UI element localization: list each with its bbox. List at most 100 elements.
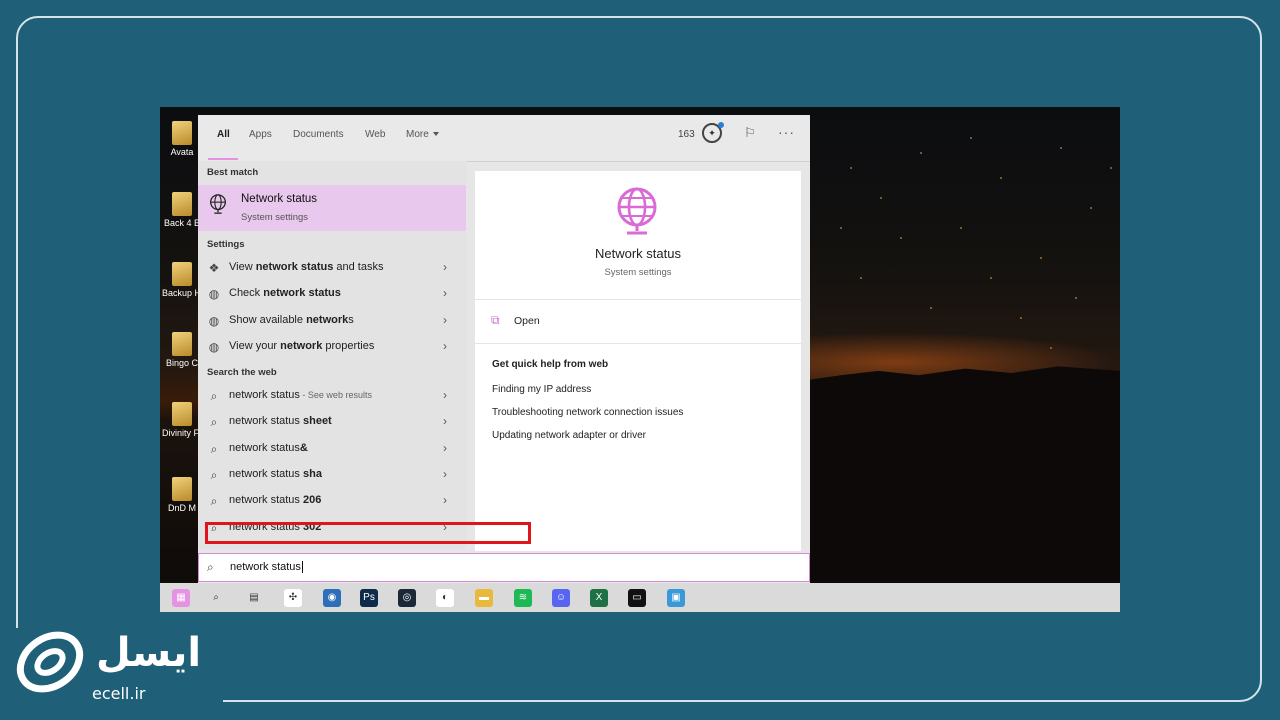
chevron-right-icon[interactable]: › (443, 313, 447, 327)
feedback-icon[interactable]: ⚐ (744, 125, 756, 141)
section-best-match: Best match (207, 167, 259, 178)
chevron-right-icon[interactable]: › (443, 467, 447, 481)
best-match-subtitle: System settings (241, 212, 309, 223)
desktop-icon[interactable]: Backup Hard D (162, 262, 202, 298)
caret-down-icon (432, 132, 439, 137)
results-list: Best match Network status System setting… (198, 161, 466, 549)
brand-domain: ecell.ir (92, 684, 146, 703)
desktop-icon-label: Avata (170, 147, 194, 157)
chevron-right-icon[interactable]: › (443, 493, 447, 507)
settings-result-item[interactable]: ◍ View your network properties › (198, 334, 466, 360)
discord-icon[interactable]: ☺ (552, 589, 570, 607)
star (840, 227, 842, 229)
desktop-icon[interactable]: Divinity Files (162, 402, 202, 438)
open-action[interactable]: Open (514, 315, 540, 327)
chevron-right-icon[interactable]: › (443, 260, 447, 274)
tab-more[interactable]: More (406, 129, 439, 140)
result-label: network status sheet (229, 415, 332, 428)
result-label: network status - See web results (229, 389, 372, 401)
search-icon: ⌕ (210, 389, 218, 403)
chevron-right-icon[interactable]: › (443, 414, 447, 428)
search-input[interactable]: network status (230, 561, 303, 574)
web-result-item[interactable]: ⌕ network status& › (198, 436, 466, 462)
chevron-right-icon[interactable]: › (443, 286, 447, 300)
tab-apps[interactable]: Apps (249, 129, 272, 140)
settings-result-item[interactable]: ◍ Show available networks › (198, 308, 466, 334)
web-result-item[interactable]: ⌕ network status sheet › (198, 409, 466, 435)
help-link-ip[interactable]: Finding my IP address (492, 384, 591, 395)
detail-title: Network status (595, 246, 681, 261)
web-result-item[interactable]: ⌕ network status - See web results › (198, 383, 466, 409)
help-link-troubleshoot[interactable]: Troubleshooting network connection issue… (492, 407, 683, 418)
folder-icon (172, 262, 192, 286)
chevron-right-icon[interactable]: › (443, 339, 447, 353)
app-icon[interactable]: ▣ (667, 589, 685, 607)
star (930, 307, 932, 309)
notification-dot-icon (718, 122, 724, 128)
desktop-icon[interactable]: Avata (162, 121, 202, 157)
file-explorer-icon[interactable]: ▬ (475, 589, 493, 607)
star (850, 167, 852, 169)
detail-subtitle: System settings (604, 267, 672, 278)
web-result-item[interactable]: ⌕ network status sha › (198, 462, 466, 488)
more-options-icon[interactable]: ··· (778, 124, 795, 140)
web-result-item[interactable]: ⌕ network status 206 › (198, 488, 466, 514)
search-icon: ⌕ (210, 494, 218, 509)
result-label: Show available networks (229, 313, 354, 326)
star (1090, 207, 1092, 209)
chrome-icon[interactable]: ◐ (436, 589, 454, 607)
section-search-web: Search the web (207, 367, 277, 378)
desktop-icon[interactable]: Back 4 B (162, 192, 202, 228)
photoshop-icon[interactable]: Ps (360, 589, 378, 607)
search-input-value: network status (230, 561, 301, 573)
divider (475, 299, 801, 300)
tab-all[interactable]: All (217, 129, 230, 140)
settings-result-item[interactable]: ❖ View network status and tasks › (198, 255, 466, 281)
search-icon: ⌕ (207, 560, 214, 574)
chevron-right-icon[interactable]: › (443, 441, 447, 455)
mountain-ridge (810, 366, 1120, 583)
slack-icon[interactable]: ✣ (284, 589, 302, 607)
start-icon[interactable]: ▦ (172, 589, 190, 607)
desktop-icon[interactable]: DnD M (162, 477, 202, 513)
network-globe-icon (617, 187, 657, 235)
search-icon: ⌕ (210, 467, 218, 482)
browser-icon[interactable]: ◉ (323, 589, 341, 607)
desktop-icon-label: Back 4 B (163, 218, 201, 228)
screenshot: Avata Back 4 B Backup Hard D Bingo C Divinit… (160, 107, 1120, 612)
excel-icon[interactable]: X (590, 589, 608, 607)
search-icon: ⌕ (210, 441, 218, 456)
open-window-icon[interactable]: ⧉ (491, 313, 500, 328)
star (920, 152, 922, 154)
tab-web[interactable]: Web (365, 129, 385, 140)
best-match-title: Network status (241, 193, 318, 205)
chevron-right-icon[interactable]: › (443, 388, 447, 402)
star (1040, 257, 1042, 259)
help-link-adapter[interactable]: Updating network adapter or driver (492, 430, 646, 441)
best-match-item[interactable]: Network status System settings (198, 185, 466, 231)
tab-more-label: More (406, 129, 429, 140)
star (1060, 147, 1062, 149)
detail-pane: Network status System settings ⧉ Open Ge… (475, 171, 801, 551)
result-label: Check network status (229, 287, 341, 300)
taskbar: ▦ ⌕ ▤ ✣ ◉ Ps ◎ ◐ ▬ ≋ ☺ X ▭ ▣ (160, 583, 1120, 612)
steam-icon[interactable]: ◎ (398, 589, 416, 607)
text-cursor (301, 561, 303, 574)
search-box[interactable]: ⌕ network status (198, 553, 810, 582)
quick-help-heading: Get quick help from web (492, 359, 609, 370)
settings-result-item[interactable]: ◍ Check network status › (198, 281, 466, 307)
star (970, 137, 972, 139)
folder-icon (172, 402, 192, 426)
star (860, 277, 862, 279)
search-scope-bar: All Apps Documents Web More 163 ✦ ⚐ ··· (198, 115, 810, 162)
search-icon[interactable]: ⌕ (207, 589, 225, 607)
result-label: network status 206 (229, 494, 322, 507)
active-tab-indicator (208, 158, 238, 160)
tab-documents[interactable]: Documents (293, 129, 344, 140)
task-view-icon[interactable]: ▤ (245, 589, 263, 607)
desktop-icon[interactable]: Bingo C (162, 332, 202, 368)
result-label: View your network properties (229, 339, 375, 352)
folder-icon (172, 192, 192, 216)
spotify-icon[interactable]: ≋ (514, 589, 532, 607)
terminal-icon[interactable]: ▭ (628, 589, 646, 607)
